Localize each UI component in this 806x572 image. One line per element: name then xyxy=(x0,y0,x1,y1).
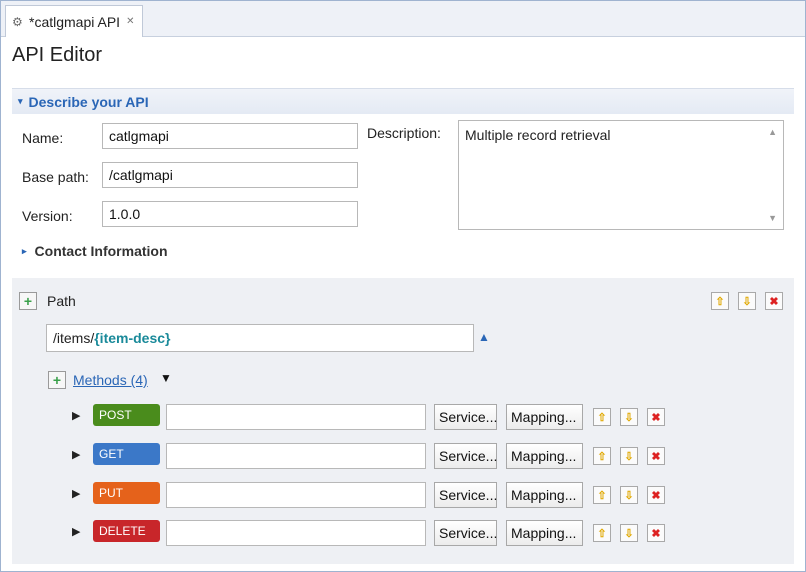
tab-strip: ⚙ *catlgmapi API ✕ xyxy=(1,1,805,37)
move-down-button[interactable]: ⇩ xyxy=(620,408,638,426)
delete-method-button[interactable]: ✖ xyxy=(647,486,665,504)
service-button[interactable]: Service... xyxy=(434,404,497,430)
move-up-button[interactable]: ⇧ xyxy=(593,486,611,504)
move-up-button[interactable]: ⇧ xyxy=(593,524,611,542)
path-parameter: {item-desc} xyxy=(94,330,171,346)
name-label: Name: xyxy=(22,130,64,146)
gear-icon: ⚙ xyxy=(12,14,23,29)
method-field[interactable] xyxy=(166,404,426,430)
mapping-button[interactable]: Mapping... xyxy=(506,482,583,508)
service-button[interactable]: Service... xyxy=(434,520,497,546)
method-field[interactable] xyxy=(166,443,426,469)
path-input[interactable]: /items/{item-desc} xyxy=(46,324,474,352)
tab-label: *catlgmapi API xyxy=(29,13,121,30)
move-up-button[interactable]: ⇧ xyxy=(593,447,611,465)
move-down-button[interactable]: ⇩ xyxy=(738,292,756,310)
expand-row-icon[interactable]: ▶ xyxy=(72,487,80,500)
path-prefix: /items/ xyxy=(53,330,95,346)
method-verb-badge: PUT xyxy=(93,482,160,504)
contact-information-toggle[interactable]: ▸ Contact Information xyxy=(22,243,168,259)
expand-triangle-icon: ▸ xyxy=(22,245,27,256)
method-verb-badge: GET xyxy=(93,443,160,465)
version-field[interactable]: 1.0.0 xyxy=(102,201,358,227)
expand-row-icon[interactable]: ▶ xyxy=(72,448,80,461)
service-button[interactable]: Service... xyxy=(434,482,497,508)
base-path-field[interactable]: /catlgmapi xyxy=(102,162,358,188)
mapping-button[interactable]: Mapping... xyxy=(506,404,583,430)
path-label: Path xyxy=(47,293,76,309)
describe-section-header[interactable]: ▾ Describe your API xyxy=(12,88,794,114)
expand-row-icon[interactable]: ▶ xyxy=(72,409,80,422)
add-method-button[interactable]: + xyxy=(48,371,66,389)
method-field[interactable] xyxy=(166,482,426,508)
delete-method-button[interactable]: ✖ xyxy=(647,447,665,465)
methods-link[interactable]: Methods (4) xyxy=(73,372,148,388)
collapse-triangle-icon: ▾ xyxy=(18,96,23,106)
version-label: Version: xyxy=(22,208,73,224)
service-button[interactable]: Service... xyxy=(434,443,497,469)
move-up-button[interactable]: ⇧ xyxy=(711,292,729,310)
move-down-button[interactable]: ⇩ xyxy=(620,524,638,542)
scroll-down-icon[interactable]: ▼ xyxy=(768,213,777,223)
close-icon[interactable]: ✕ xyxy=(126,16,134,27)
section-title: Describe your API xyxy=(28,93,149,110)
move-down-button[interactable]: ⇩ xyxy=(620,447,638,465)
description-label: Description: xyxy=(367,125,441,141)
name-field[interactable]: catlgmapi xyxy=(102,123,358,149)
scroll-up-icon[interactable]: ▲ xyxy=(768,127,777,137)
method-verb-badge: POST xyxy=(93,404,160,426)
method-field[interactable] xyxy=(166,520,426,546)
move-up-button[interactable]: ⇧ xyxy=(593,408,611,426)
move-down-button[interactable]: ⇩ xyxy=(620,486,638,504)
mapping-button[interactable]: Mapping... xyxy=(506,443,583,469)
tab-catlgmapi-api[interactable]: ⚙ *catlgmapi API ✕ xyxy=(5,5,143,37)
add-path-button[interactable]: + xyxy=(19,292,37,310)
delete-method-button[interactable]: ✖ xyxy=(647,408,665,426)
description-field[interactable]: Multiple record retrieval ▲ ▼ xyxy=(458,120,784,230)
delete-method-button[interactable]: ✖ xyxy=(647,524,665,542)
mapping-button[interactable]: Mapping... xyxy=(506,520,583,546)
base-path-label: Base path: xyxy=(22,169,89,185)
page-title: API Editor xyxy=(12,44,103,66)
description-text: Multiple record retrieval xyxy=(465,127,611,143)
method-verb-badge: DELETE xyxy=(93,520,160,542)
delete-path-button[interactable]: ✖ xyxy=(765,292,783,310)
warning-icon[interactable]: ▲ xyxy=(478,330,490,344)
expand-row-icon[interactable]: ▶ xyxy=(72,525,80,538)
contact-label: Contact Information xyxy=(34,243,168,259)
methods-dropdown-icon[interactable]: ▼ xyxy=(160,371,172,385)
